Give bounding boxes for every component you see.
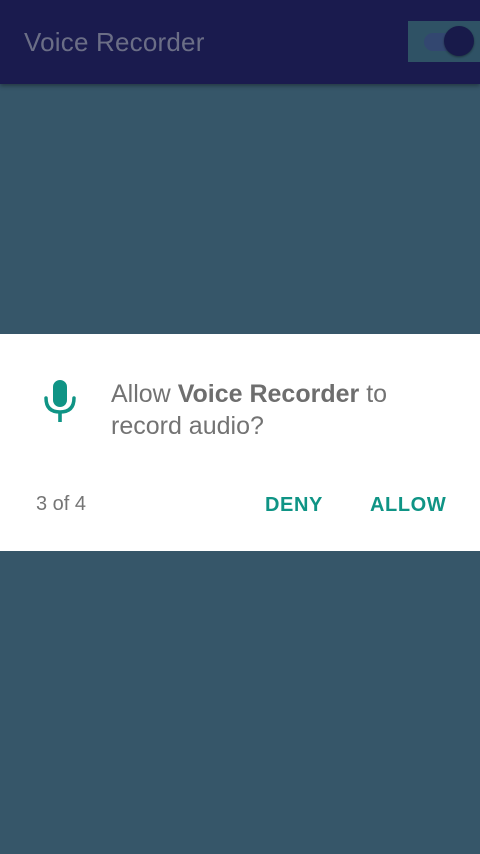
- toggle-thumb: [444, 26, 474, 56]
- message-prefix: Allow: [111, 380, 178, 408]
- toggle-switch[interactable]: [408, 21, 480, 62]
- permission-message: Allow Voice Recorder to record audio?: [111, 378, 451, 442]
- message-app-name: Voice Recorder: [177, 380, 360, 408]
- deny-button[interactable]: DENY: [257, 486, 331, 524]
- app-title: Voice Recorder: [24, 27, 205, 57]
- allow-button[interactable]: ALLOW: [362, 486, 454, 524]
- app-bar: Voice Recorder: [0, 0, 480, 84]
- microphone-icon: [44, 380, 76, 422]
- permission-counter: 3 of 4: [36, 493, 87, 515]
